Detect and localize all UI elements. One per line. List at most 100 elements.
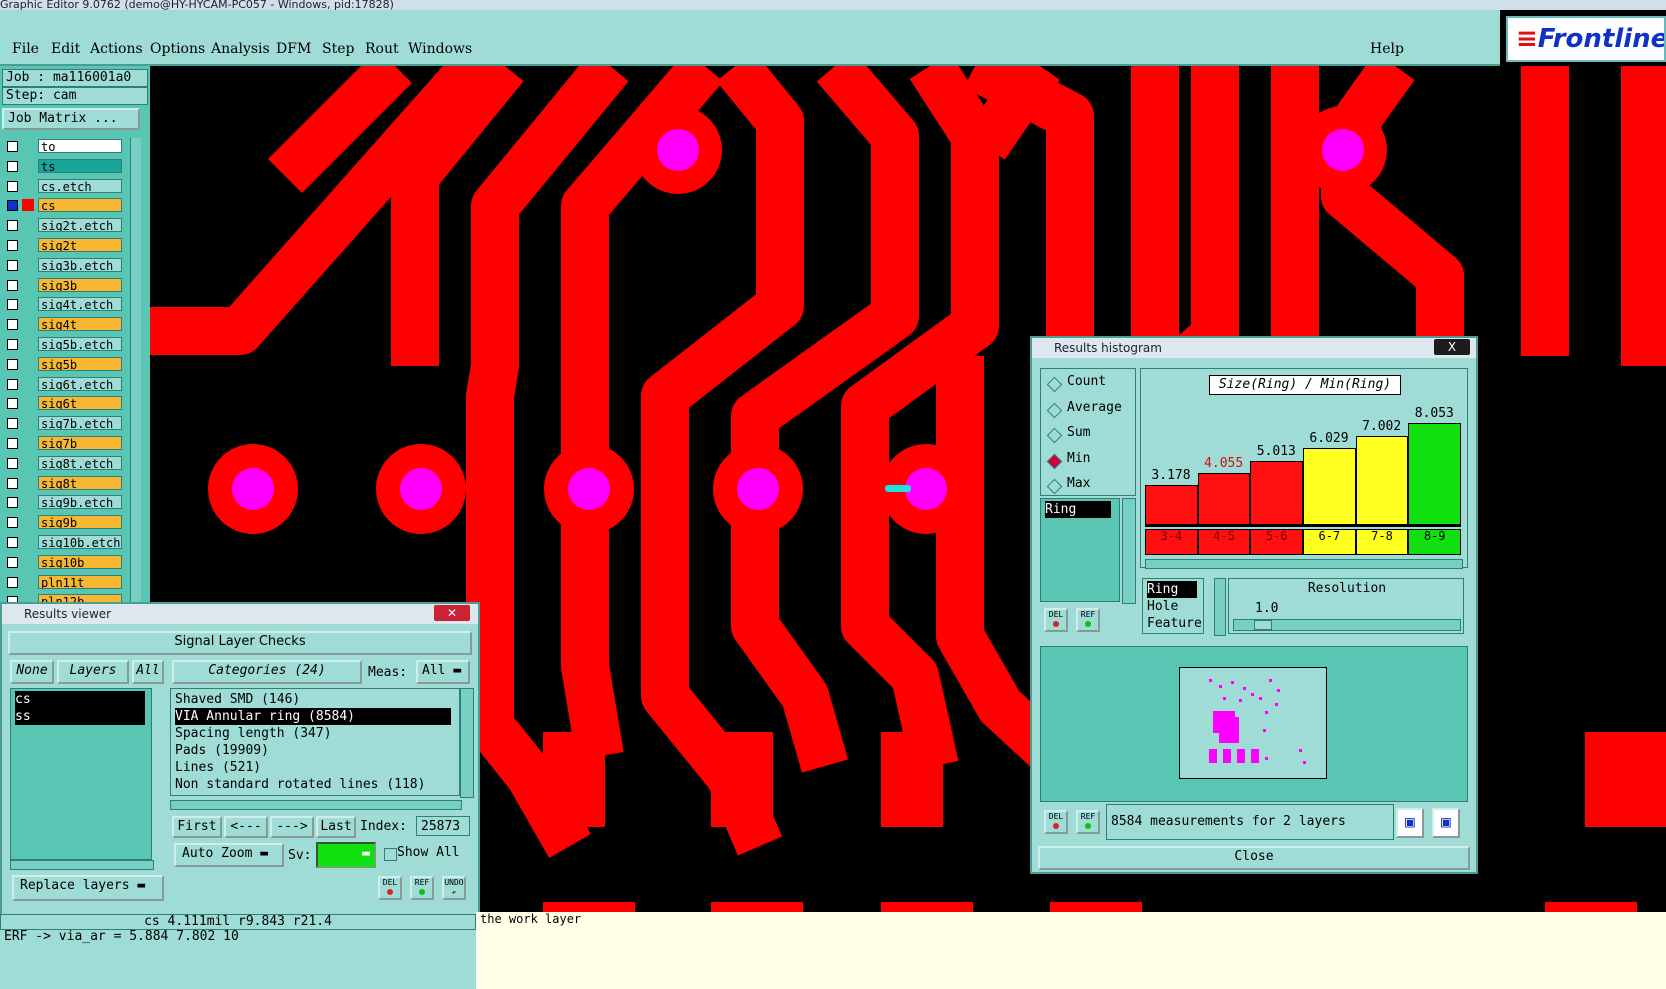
last-button[interactable]: Last xyxy=(316,816,356,838)
layer-name[interactable]: sig7b.etch xyxy=(38,416,122,431)
histogram-bar[interactable] xyxy=(1250,461,1303,525)
layer-name[interactable]: sig2t.etch xyxy=(38,218,122,233)
layer-checkbox[interactable] xyxy=(7,457,18,469)
first-button[interactable]: First xyxy=(172,816,222,838)
layer-row[interactable]: sig10b.etch xyxy=(4,534,124,551)
layer-row[interactable]: sig7b.etch xyxy=(4,415,124,432)
layer-checkbox[interactable] xyxy=(7,299,18,311)
histogram-bar[interactable] xyxy=(1303,448,1356,525)
layer-checkbox[interactable] xyxy=(7,497,18,509)
layer-checkbox[interactable] xyxy=(7,279,18,291)
layer-checkbox[interactable] xyxy=(7,378,18,390)
size-option[interactable]: Ring xyxy=(1147,581,1197,598)
layer-name[interactable]: sig2t xyxy=(38,238,122,252)
layer-row[interactable]: sig4t xyxy=(4,316,124,333)
layer-name[interactable]: sig6t.etch xyxy=(38,376,122,391)
ref-button[interactable]: REF xyxy=(410,876,434,900)
layer-name[interactable]: sig4t.etch xyxy=(38,297,122,312)
layer-list-scrollbar[interactable] xyxy=(130,138,141,638)
size-option[interactable]: Hole xyxy=(1147,598,1178,615)
slider-thumb[interactable] xyxy=(1254,620,1272,630)
del-button[interactable]: DEL xyxy=(378,876,402,900)
layer-row[interactable]: ts xyxy=(4,158,124,175)
severity-dropdown[interactable]: ▬ xyxy=(316,842,376,868)
layer-row[interactable]: sig6t.etch xyxy=(4,376,124,393)
layer-checkbox[interactable] xyxy=(7,180,18,192)
layer-checkbox[interactable] xyxy=(7,141,18,152)
category-list-scrollbar[interactable] xyxy=(460,688,474,798)
layer-checkbox[interactable] xyxy=(7,339,18,350)
layer-row[interactable]: sig2t.etch xyxy=(4,217,124,234)
layers-button[interactable]: Layers xyxy=(57,660,129,684)
menu-edit[interactable]: Edit xyxy=(51,41,80,57)
layer-checkbox[interactable] xyxy=(7,200,18,212)
histogram-bar[interactable] xyxy=(1355,436,1409,525)
job-matrix-button[interactable]: Job Matrix ... xyxy=(2,108,140,130)
histogram-bar[interactable] xyxy=(1197,473,1251,525)
category-item[interactable]: Non standard rotated lines (118) xyxy=(175,776,425,793)
layer-checkbox[interactable] xyxy=(7,160,18,172)
layer-row[interactable]: sig5b.etch xyxy=(4,336,124,353)
all-button[interactable]: All xyxy=(132,660,164,684)
auto-zoom-dropdown[interactable]: Auto Zoom ▬ xyxy=(174,843,284,867)
category-item[interactable]: Pads (19909) xyxy=(175,742,269,759)
size-option[interactable]: Feature xyxy=(1147,615,1202,632)
size-type-list[interactable]: Ring Hole Feature xyxy=(1142,578,1204,634)
menu-windows[interactable]: Windows xyxy=(408,41,472,57)
layer-checkbox[interactable] xyxy=(7,537,18,548)
mode-radio[interactable] xyxy=(1046,402,1063,418)
zoom-out-icon[interactable]: ▣ xyxy=(1432,808,1460,838)
layer-row[interactable]: cs xyxy=(4,197,124,214)
resolution-slider[interactable] xyxy=(1233,619,1461,631)
size-list-scrollbar[interactable] xyxy=(1122,498,1136,604)
menu-options[interactable]: Options xyxy=(150,41,205,57)
layer-name[interactable]: cs.etch xyxy=(38,178,122,193)
layer-name[interactable]: sig6t xyxy=(38,396,122,411)
layer-checkbox[interactable] xyxy=(7,556,18,568)
layer-row[interactable]: sig10b xyxy=(4,554,124,571)
layer-name[interactable]: sig8t xyxy=(38,475,122,490)
category-list[interactable]: Shaved SMD (146) VIA Annular ring (8584) S… xyxy=(170,688,460,796)
size-list[interactable]: Ring xyxy=(1040,498,1120,602)
layer-row[interactable]: sig4t.etch xyxy=(4,296,124,313)
category-item[interactable]: Lines (521) xyxy=(175,759,261,776)
layer-name[interactable]: sig3b.etch xyxy=(38,257,122,272)
none-button[interactable]: None xyxy=(10,660,54,684)
histogram-bar[interactable] xyxy=(1145,484,1198,525)
layer-checkbox[interactable] xyxy=(7,438,18,449)
layer-name[interactable]: pln11t xyxy=(38,574,122,589)
layer-name[interactable]: sig5b xyxy=(38,356,122,371)
layer-row[interactable]: sig7b xyxy=(4,435,124,452)
layer-row[interactable]: sig9b xyxy=(4,514,124,531)
layer-checkbox[interactable] xyxy=(7,358,18,370)
layer-list-hscroll[interactable] xyxy=(10,860,154,870)
menu-step[interactable]: Step xyxy=(322,41,354,57)
layer-name[interactable]: sig8t.etch xyxy=(38,455,122,470)
layer-row[interactable]: sig5b xyxy=(4,356,124,373)
category-item[interactable]: VIA Annular ring (8584) xyxy=(175,708,451,725)
replace-layers-dropdown[interactable]: Replace layers ▬ xyxy=(12,875,164,901)
list-item[interactable]: Ring xyxy=(1045,501,1111,518)
layer-checkbox[interactable] xyxy=(7,517,18,529)
mode-radio[interactable] xyxy=(1046,427,1063,444)
mode-radio[interactable] xyxy=(1046,453,1063,469)
mode-radio[interactable] xyxy=(1046,376,1063,393)
category-item[interactable]: Shaved SMD (146) xyxy=(175,691,300,708)
layer-row[interactable]: to xyxy=(4,138,124,155)
layer-checkbox[interactable] xyxy=(7,240,18,251)
meas-dropdown[interactable]: All ▬ xyxy=(416,660,470,684)
layer-row[interactable]: cs.etch xyxy=(4,178,124,195)
layer-results-list[interactable]: cs ss xyxy=(10,688,152,860)
layer-row[interactable]: sig8t xyxy=(4,475,124,492)
size-type-scrollbar[interactable] xyxy=(1214,578,1226,636)
histogram-bar[interactable] xyxy=(1408,422,1461,525)
del-button[interactable]: DEL xyxy=(1044,810,1068,834)
layer-name[interactable]: to xyxy=(38,139,122,153)
categories-button[interactable]: Categories (24) xyxy=(172,660,362,684)
layer-name[interactable]: sig9b xyxy=(38,515,122,530)
prev-button[interactable]: <--- xyxy=(224,816,268,838)
index-input[interactable]: 25873 xyxy=(416,816,470,836)
close-icon[interactable]: ✕ xyxy=(434,605,470,621)
chart-hscroll[interactable] xyxy=(1145,559,1463,569)
layer-checkbox[interactable] xyxy=(7,576,18,588)
